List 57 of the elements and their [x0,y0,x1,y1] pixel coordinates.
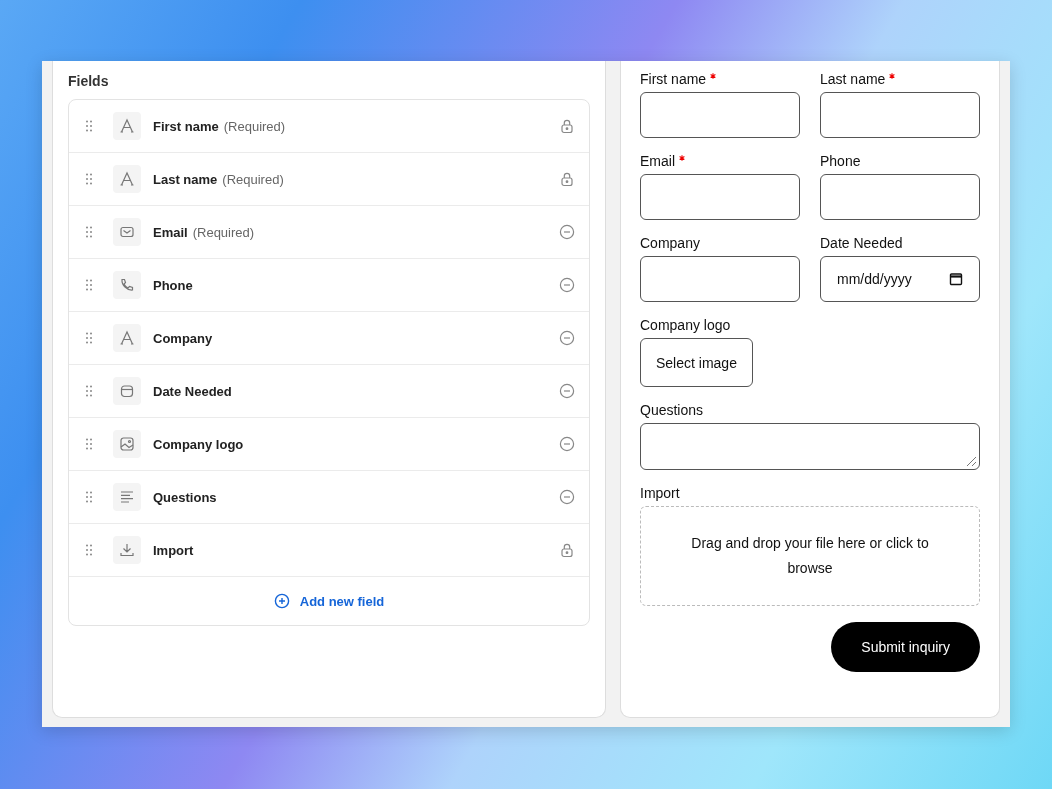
field-label: Company [153,330,214,346]
input-field[interactable] [640,92,800,138]
field-label: Date Needed [153,383,233,399]
remove-icon[interactable] [559,436,575,452]
input-field[interactable] [820,174,980,220]
field-label: Import [153,542,195,558]
form-label: Company [640,235,700,251]
form-label: Phone [820,153,861,169]
remove-icon[interactable] [559,330,575,346]
remove-icon[interactable] [559,224,575,240]
image-icon [113,430,141,458]
drag-handle-icon[interactable] [86,438,92,450]
add-field-button[interactable]: Add new field [69,577,589,625]
input-field[interactable] [640,256,800,302]
form-label: Email [640,153,675,169]
panel-title: Fields [68,73,110,89]
field-label: Email (Required) [153,224,256,240]
form-label: Company logo [640,317,731,333]
drag-handle-icon[interactable] [86,226,92,238]
form-label: Date Needed [820,235,903,251]
plus-circle-icon [273,593,290,609]
field-label: First name (Required) [153,118,287,134]
input-field[interactable] [640,174,800,220]
remove-icon[interactable] [559,489,575,505]
text-type-icon [113,112,141,140]
text-area[interactable] [640,423,980,470]
form-label: Last name [820,71,886,87]
field-label: Last name (Required) [153,171,285,187]
calendar-icon[interactable] [949,272,963,286]
form-label: First name [640,71,707,87]
drag-handle-icon[interactable] [86,491,92,503]
resize-handle-icon[interactable] [965,455,977,467]
drag-handle-icon[interactable] [86,173,92,185]
field-label: Questions [153,489,218,505]
drag-handle-icon[interactable] [86,120,92,132]
download-icon [113,536,141,564]
field-label: Phone [153,277,194,293]
file-drop-zone[interactable]: Drag and drop your file here or click to browse [640,506,980,606]
remove-icon[interactable] [559,383,575,399]
calendar-icon [113,377,141,405]
submit-button[interactable]: Submit inquiry [831,622,980,672]
drag-handle-icon[interactable] [86,544,92,556]
drag-handle-icon[interactable] [86,332,92,344]
phone-icon [113,271,141,299]
form-label: Import [640,485,680,501]
drag-handle-icon[interactable] [86,279,92,291]
field-label: Company logo [153,436,245,452]
text-type-icon [113,165,141,193]
drag-handle-icon[interactable] [86,385,92,397]
date-field[interactable]: mm/dd/yyyy [820,256,980,302]
paragraph-icon [113,483,141,511]
text-type-icon [113,324,141,352]
remove-icon[interactable] [559,277,575,293]
input-field[interactable] [820,92,980,138]
select-image-button[interactable]: Select image [640,338,753,387]
form-label: Questions [640,402,704,418]
envelope-icon [113,218,141,246]
